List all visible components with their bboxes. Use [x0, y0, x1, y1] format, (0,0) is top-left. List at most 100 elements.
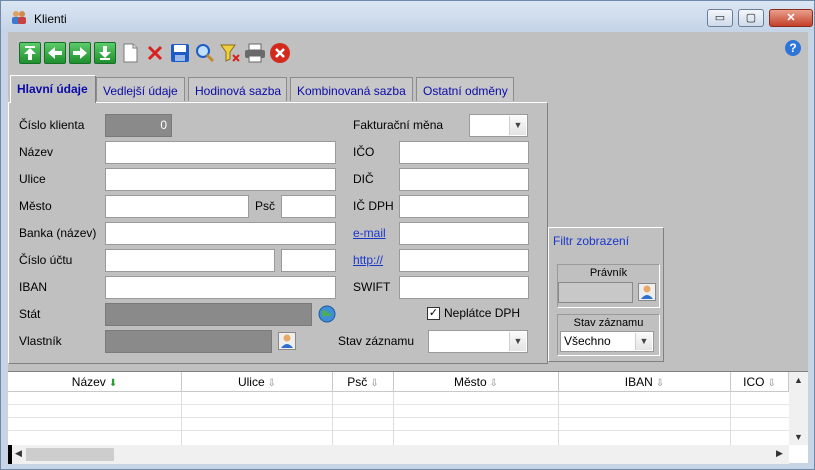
nazev-field[interactable] — [105, 141, 336, 164]
stav-zaznamu-select[interactable]: ▼ — [428, 330, 528, 353]
arrow-right-icon — [73, 47, 87, 59]
user-picker-icon[interactable] — [278, 332, 296, 350]
ulice-field[interactable] — [105, 168, 336, 191]
dic-field[interactable] — [399, 168, 529, 191]
column-header-nazev[interactable]: Název ⬇ — [8, 372, 182, 392]
arrow-left-icon — [48, 47, 62, 59]
title-bar[interactable]: Klienti ▭ ▢ ✕ — [1, 1, 814, 31]
filter-stav-group: Stav záznamu Všechno ▼ — [557, 314, 660, 356]
chevron-left-icon[interactable]: ◀ — [15, 448, 22, 459]
stat-field[interactable] — [105, 303, 312, 326]
column-header-ico[interactable]: ICO ⇩ — [731, 372, 789, 392]
column-header-label: ICO — [743, 375, 765, 389]
column-header-label: Název — [71, 375, 106, 389]
swift-label: SWIFT — [353, 280, 391, 294]
tab-hodinova-sazba[interactable]: Hodinová sazba — [188, 77, 287, 101]
banka-field[interactable] — [105, 222, 336, 245]
chevron-down-icon: ▼ — [635, 333, 652, 350]
chevron-right-icon[interactable]: ▶ — [776, 448, 783, 459]
cislo-uctu-field[interactable] — [105, 249, 275, 272]
arrow-top-icon — [24, 46, 36, 60]
grid-column-divider — [333, 392, 394, 445]
vlastnik-field[interactable] — [105, 330, 272, 353]
globe-icon[interactable] — [318, 305, 336, 323]
filter-stav-value: Všechno — [564, 334, 611, 348]
clients-grid[interactable]: Název ⬇ Ulice ⇩ Psč ⇩ Město ⇩ IBAN ⇩ ICO ⇩ ▲ ▼… — [8, 371, 808, 464]
save-button[interactable] — [169, 42, 191, 64]
email-field[interactable] — [399, 222, 529, 245]
new-record-button[interactable] — [119, 42, 141, 64]
horizontal-scrollbar[interactable]: ◀ ▶ — [8, 445, 789, 464]
sort-down-icon: ⇩ — [370, 378, 379, 389]
ico-label: IČO — [353, 145, 375, 159]
pravnik-field[interactable] — [558, 282, 633, 303]
search-button[interactable] — [194, 42, 216, 64]
ico-field[interactable] — [399, 141, 529, 164]
last-record-button[interactable] — [94, 42, 116, 64]
close-form-button[interactable] — [269, 42, 291, 64]
column-header-label: Město — [453, 375, 487, 389]
iban-field[interactable] — [105, 276, 336, 299]
http-link[interactable]: http:// — [353, 253, 383, 267]
scroll-thumb[interactable] — [26, 448, 114, 461]
tab-kombinovana-sazba[interactable]: Kombinovaná sazba — [290, 77, 413, 101]
column-header-iban[interactable]: IBAN ⇩ — [559, 372, 731, 392]
column-header-ulice[interactable]: Ulice ⇩ — [182, 372, 333, 392]
stat-label: Stát — [19, 307, 41, 321]
swift-field[interactable] — [399, 276, 529, 299]
email-link[interactable]: e-mail — [353, 226, 386, 240]
dic-label: DIČ — [353, 172, 374, 186]
next-record-button[interactable] — [69, 42, 91, 64]
cislo-klienta-field[interactable]: 0 — [105, 114, 172, 137]
ic-dph-label: IČ DPH — [353, 199, 394, 213]
neplatce-dph-label: Neplátce DPH — [444, 306, 521, 320]
client-area: ? Hlavní údaje Vedlejší údaje Hodinová s… — [8, 32, 808, 464]
filter-panel: Filtr zobrazení Právník Stav záznamu Vše… — [548, 227, 664, 362]
chevron-down-icon[interactable]: ▼ — [789, 432, 808, 442]
tab-ostatni-odmeny[interactable]: Ostatní odměny — [416, 77, 514, 101]
user-picker-icon[interactable] — [638, 283, 656, 301]
maximize-button[interactable]: ▢ — [738, 9, 764, 27]
sort-down-icon: ⇩ — [489, 378, 499, 389]
vertical-scrollbar[interactable]: ▲ ▼ — [789, 372, 808, 445]
print-button[interactable] — [244, 42, 266, 64]
chevron-down-icon: ▼ — [509, 332, 526, 351]
column-header-mesto[interactable]: Město ⇩ — [394, 372, 559, 392]
minimize-button[interactable]: ▭ — [707, 9, 733, 27]
grid-column-divider — [182, 392, 333, 445]
floppy-disk-icon — [171, 44, 189, 62]
chevron-down-icon: ▼ — [509, 116, 526, 135]
grid-column-divider — [559, 392, 731, 445]
filter-stav-select[interactable]: Všechno ▼ — [560, 331, 654, 352]
filter-title: Filtr zobrazení — [553, 234, 630, 248]
first-record-button[interactable] — [19, 42, 41, 64]
neplatce-dph-checkbox[interactable]: ✓ — [427, 307, 440, 320]
column-header-label: IBAN — [624, 375, 653, 389]
ic-dph-field[interactable] — [399, 195, 529, 218]
column-header-psc[interactable]: Psč ⇩ — [333, 372, 394, 392]
web-field[interactable] — [399, 249, 529, 272]
window-title: Klienti — [34, 12, 67, 26]
stav-zaznamu-label: Stav záznamu — [338, 334, 415, 348]
mesto-field[interactable] — [105, 195, 249, 218]
nazev-label: Název — [19, 145, 54, 159]
delete-record-button[interactable] — [144, 42, 166, 64]
fakturacni-mena-select[interactable]: ▼ — [469, 114, 528, 137]
klienti-window: Klienti ▭ ▢ ✕ ? Hlavní údaje Vedlejší úd… — [0, 0, 815, 470]
fakturacni-mena-label: Fakturační měna — [353, 118, 444, 132]
tab-vedlejsi-udaje[interactable]: Vedlejší údaje — [96, 77, 185, 101]
kod-banky-field[interactable] — [281, 249, 336, 272]
filter-stav-label: Stav záznamu — [573, 317, 644, 329]
grid-column-divider — [394, 392, 559, 445]
close-window-button[interactable]: ✕ — [769, 9, 813, 27]
sort-down-icon: ⇩ — [267, 378, 277, 389]
help-icon[interactable]: ? — [785, 40, 801, 56]
tab-hlavni-udaje[interactable]: Hlavní údaje — [10, 75, 96, 103]
chevron-up-icon[interactable]: ▲ — [789, 375, 808, 385]
pravnik-label: Právník — [589, 267, 628, 279]
row-indicator — [8, 445, 12, 464]
clear-filter-button[interactable] — [219, 42, 241, 64]
previous-record-button[interactable] — [44, 42, 66, 64]
psc-field[interactable] — [281, 195, 336, 218]
sort-down-icon: ⇩ — [767, 378, 776, 389]
